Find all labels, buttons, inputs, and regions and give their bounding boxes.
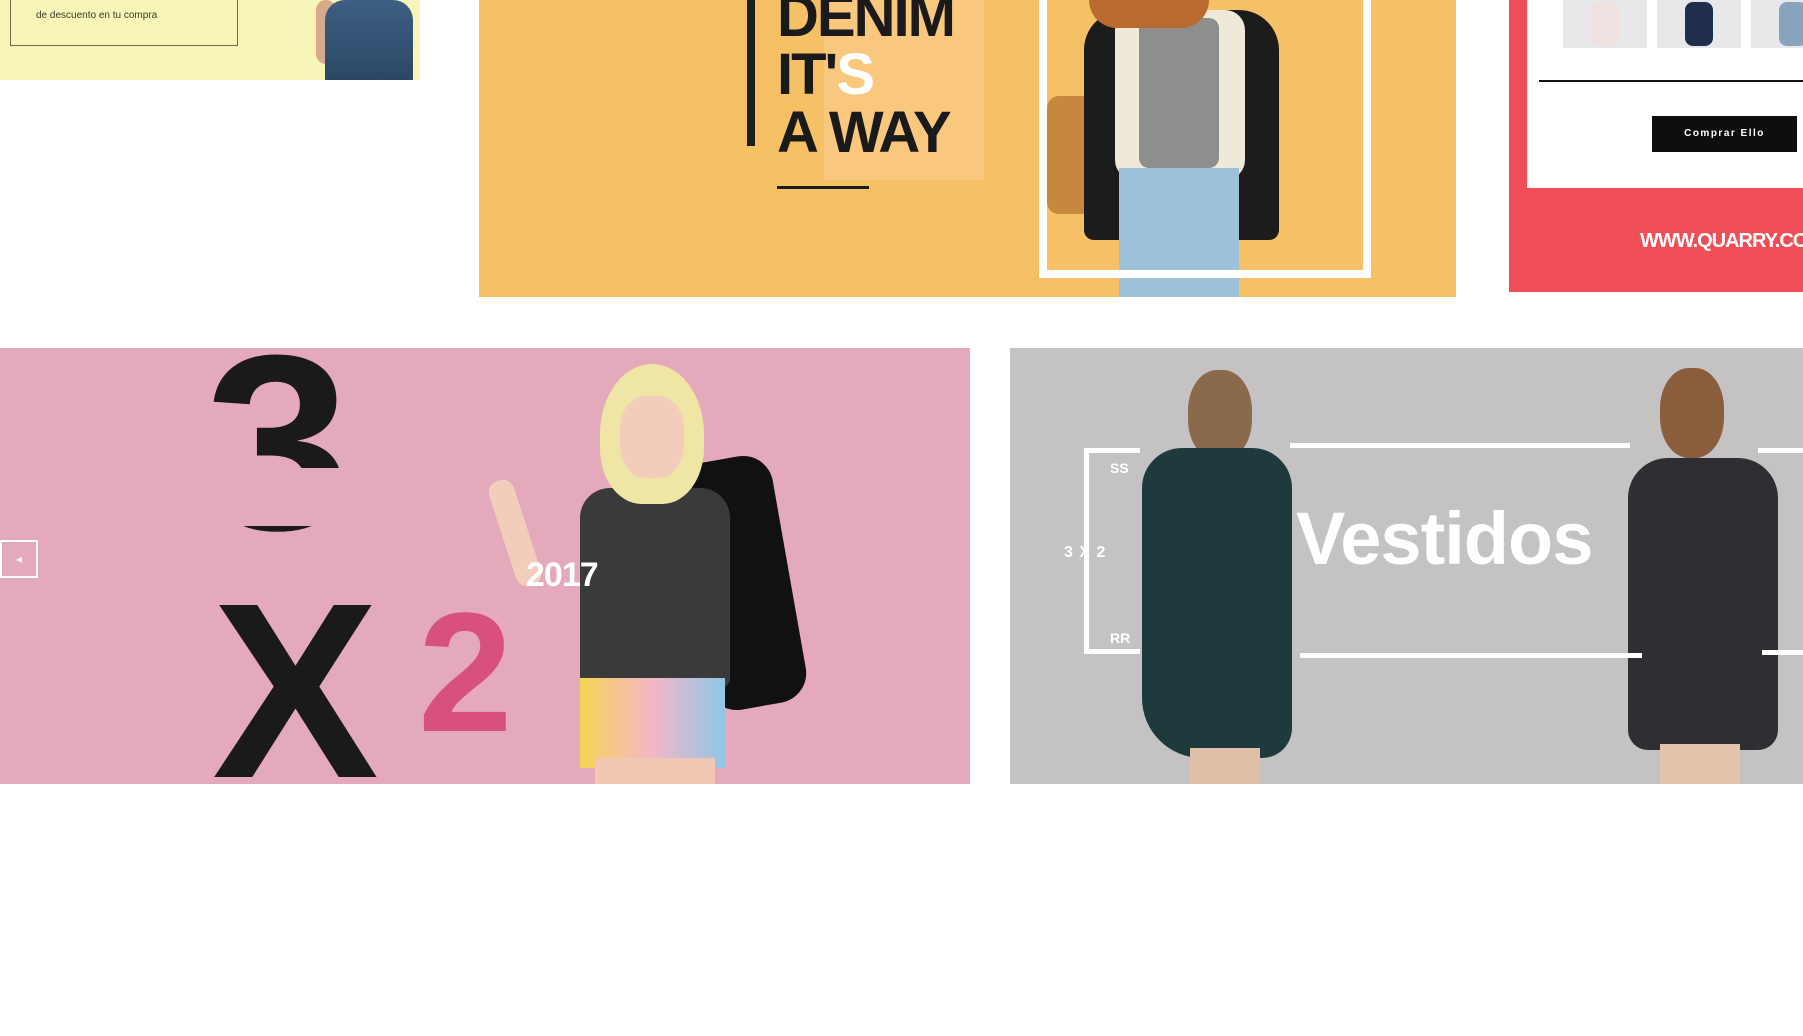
model-1-plaid-dress [1142, 448, 1292, 758]
frame-right-bottom [1762, 650, 1803, 655]
frame-line-top [1290, 443, 1630, 448]
headline-line-2: IT'S [777, 42, 875, 107]
model-1-legs [1190, 748, 1260, 784]
product-thumb-1[interactable] [1563, 0, 1647, 48]
headline-vertical-bar [747, 0, 755, 146]
arrow-left-icon: ◂ [15, 552, 23, 566]
model-1-head [1188, 370, 1252, 460]
product-thumb-3[interactable] [1751, 0, 1803, 48]
number-three-cut [200, 468, 400, 526]
three-for-two-label: 3 X 2 [1064, 544, 1107, 561]
vestidos-title: Vestidos [1296, 497, 1593, 580]
website-url[interactable]: WWW.QUARRY.COM.MX [1640, 230, 1803, 253]
product-figure [1779, 2, 1803, 46]
product-figure [1685, 2, 1713, 46]
newsletter-preview[interactable]: Comprar Ello WWW.QUARRY.COM.MX [1509, 0, 1803, 292]
model-legs [595, 758, 715, 784]
frame-line-bottom [1300, 653, 1642, 658]
headline-line-3: A WAY [777, 100, 952, 165]
frame-right-top [1758, 448, 1803, 453]
headline-line-1: DENIM [777, 0, 956, 49]
promo-caption: de descuento en tu compra [36, 10, 158, 21]
product-thumb-2[interactable] [1657, 0, 1741, 48]
newsletter-paper [1527, 0, 1803, 188]
model-shorts [580, 678, 725, 768]
model-2-head [1660, 368, 1724, 458]
headline-underline [777, 186, 869, 189]
three-for-two-banner[interactable]: 3 X 2 2017 ◂ [0, 348, 970, 784]
code-label-bottom: RR [1110, 630, 1131, 646]
model-2-legs [1660, 744, 1740, 784]
promo-frame [10, 0, 238, 46]
big-letter-x: X [212, 551, 379, 785]
model-tank-top [580, 488, 730, 688]
buy-button[interactable]: Comprar Ello [1652, 116, 1797, 152]
yellow-promo-banner[interactable]: de descuento en tu compra [0, 0, 420, 80]
model-jeans-figure [325, 0, 413, 80]
model-face [620, 396, 684, 478]
white-photo-frame [1039, 0, 1371, 278]
code-label-top: SS [1110, 460, 1129, 476]
big-number-three: 3 [204, 348, 351, 582]
vestidos-banner[interactable]: SS 3 X 2 RR Vestidos [1010, 348, 1803, 784]
year-label: 2017 [526, 556, 599, 594]
newsletter-divider [1539, 80, 1803, 82]
denim-headline: DENIM IT'S A WAY [777, 0, 956, 165]
headline-white-letters: S [836, 42, 875, 107]
previous-slide-button[interactable]: ◂ [0, 540, 38, 578]
product-figure [1591, 2, 1619, 46]
model-2-print-dress [1628, 458, 1778, 750]
denim-promo-banner[interactable]: DENIM IT'S A WAY [479, 0, 1456, 297]
big-number-two: 2 [418, 578, 513, 768]
